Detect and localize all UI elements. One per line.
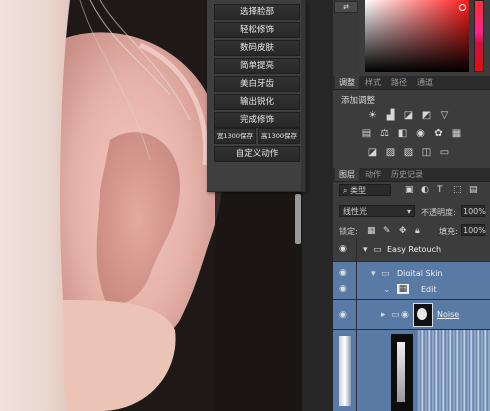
layer-name: Noise [437,310,460,319]
finish-retouch-button[interactable]: 完成修饰 [214,112,300,128]
tab-history[interactable]: 历史记录 [387,168,427,181]
lock-transparent-icon[interactable]: ▦ [367,226,376,236]
adjustment-thumb-icon: ▦ [397,284,409,294]
action-button-panel: 选择脸部 轻松修饰 数码皮肤 简单提亮 美白牙齿 输出锐化 完成修饰 宽1300… [207,0,306,192]
adjustments-tabbar: 调整 样式 路径 通道 [333,76,490,90]
blend-mode-value: 线性光 [343,207,367,216]
adjust-filter-icon[interactable]: ◐ [421,185,429,195]
thumbnail-shape [417,308,427,320]
posterize-icon[interactable]: ▧ [385,147,396,158]
shape-filter-icon[interactable]: ⬚ [453,185,462,195]
curves-icon[interactable]: ◪ [403,110,414,121]
layer-filter-select[interactable]: ⌕ 类型 [339,184,391,196]
color-picker-field[interactable] [365,0,469,72]
mask-icon: ◉ [401,310,409,320]
mask-thumbnail [391,334,413,411]
color-balance-icon[interactable]: ⚖ [379,128,390,139]
swap-icon[interactable]: ⇄ [334,1,358,13]
expand-arrow-icon[interactable]: ▾ [363,245,368,255]
hue-saturation-icon[interactable]: ▤ [361,128,372,139]
tab-adjustments[interactable]: 调整 [335,76,359,89]
divider [356,238,357,261]
tab-layers[interactable]: 图层 [335,168,359,181]
tab-paths[interactable]: 路径 [387,76,411,89]
divider [356,300,357,329]
opacity-label: 不透明度: [421,208,456,217]
search-icon: ⌕ [343,186,351,195]
layer-filter-value: 类型 [350,186,367,195]
opacity-input[interactable]: 100% [461,205,486,217]
photo-filter-icon[interactable]: ◉ [415,128,426,139]
pixel-filter-icon[interactable]: ▣ [405,185,414,195]
channel-mixer-icon[interactable]: ✿ [433,128,444,139]
custom-action-button[interactable]: 自定义动作 [214,146,300,162]
eye-icon[interactable]: ◉ [339,285,350,294]
lock-brush-icon[interactable]: ✎ [383,226,391,236]
folder-icon: ▭ [391,310,400,320]
canvas-scroll-thumb[interactable] [295,194,301,244]
easy-retouch-button[interactable]: 轻松修饰 [214,22,300,38]
color-lookup-icon[interactable]: ▦ [451,128,462,139]
action-panel-scrollbar[interactable] [301,0,305,191]
lock-move-icon[interactable]: ✥ [399,226,407,236]
layer-row-edit[interactable]: ◉ ⌄ ▦ Edit [333,276,490,300]
layer-name: Edit [421,285,437,294]
select-face-button[interactable]: 选择脸部 [214,4,300,20]
folder-icon: ▭ [373,245,382,255]
fill-label: 填充: [439,227,458,236]
vibrance-icon[interactable]: ▽ [439,110,450,121]
eye-icon[interactable]: ◉ [339,245,350,254]
brightness-icon[interactable]: ☀ [367,110,378,121]
eye-icon[interactable]: ◉ [339,311,350,320]
right-panels: ⇄ 调整 样式 路径 通道 添加调整 ☀ ▟ ◪ ◩ ▽ ▤ ⚖ ◧ ◉ ✿ ▦… [332,0,490,411]
black-white-icon[interactable]: ◧ [397,128,408,139]
layer-row-noise[interactable]: ◉ ▸ ▭ ◉ Noise [333,300,490,330]
lock-label: 锁定: [339,227,358,236]
smart-filter-icon[interactable]: ▤ [469,185,478,195]
invert-icon[interactable]: ◪ [367,147,378,158]
layers-tabbar: 图层 动作 历史记录 [333,168,490,182]
tab-actions[interactable]: 动作 [361,168,385,181]
divider [356,276,357,299]
mask-shape [397,342,405,402]
output-sharpen-button[interactable]: 输出锐化 [214,94,300,110]
color-picker-cursor[interactable] [459,4,466,11]
lock-all-icon[interactable]: 🔒︎ [415,226,420,236]
levels-icon[interactable]: ▟ [385,110,396,121]
simple-brighten-button[interactable]: 简单提亮 [214,58,300,74]
fill-input[interactable]: 100% [461,224,486,236]
add-adjustment-title: 添加调整 [341,96,376,106]
hue-slider[interactable] [474,0,484,72]
threshold-icon[interactable]: ▨ [403,147,414,158]
divider [356,330,357,411]
layer-content-preview [417,330,490,411]
link-icon: ⌄ [383,285,391,295]
save-height-1300-button[interactable]: 高1300保存 [258,128,300,144]
blend-mode-select[interactable]: 线性光 ▾ [339,205,415,217]
digital-skin-button[interactable]: 数码皮肤 [214,40,300,56]
selective-color-icon[interactable]: ◫ [421,147,432,158]
whiten-teeth-button[interactable]: 美白牙齿 [214,76,300,92]
layer-thumbnail [413,303,433,327]
type-filter-icon[interactable]: T [437,185,443,195]
save-width-1300-button[interactable]: 宽1300保存 [214,128,256,144]
exposure-icon[interactable]: ◩ [421,110,432,121]
chevron-down-icon: ▾ [406,207,411,216]
tab-channels[interactable]: 通道 [413,76,437,89]
expand-arrow-icon[interactable]: ▸ [381,310,386,320]
layer-name: Easy Retouch [387,245,442,254]
color-panel-gutter: ⇄ [333,0,359,76]
gradient-map-icon[interactable]: ▭ [439,147,450,158]
layer-row-preview[interactable] [333,330,490,411]
layer-row-easy-retouch[interactable]: ◉ ▾ ▭ Easy Retouch [333,238,490,262]
canvas-scrollbar[interactable] [293,190,304,250]
tab-styles[interactable]: 样式 [361,76,385,89]
eye-column-thumb [339,336,351,406]
